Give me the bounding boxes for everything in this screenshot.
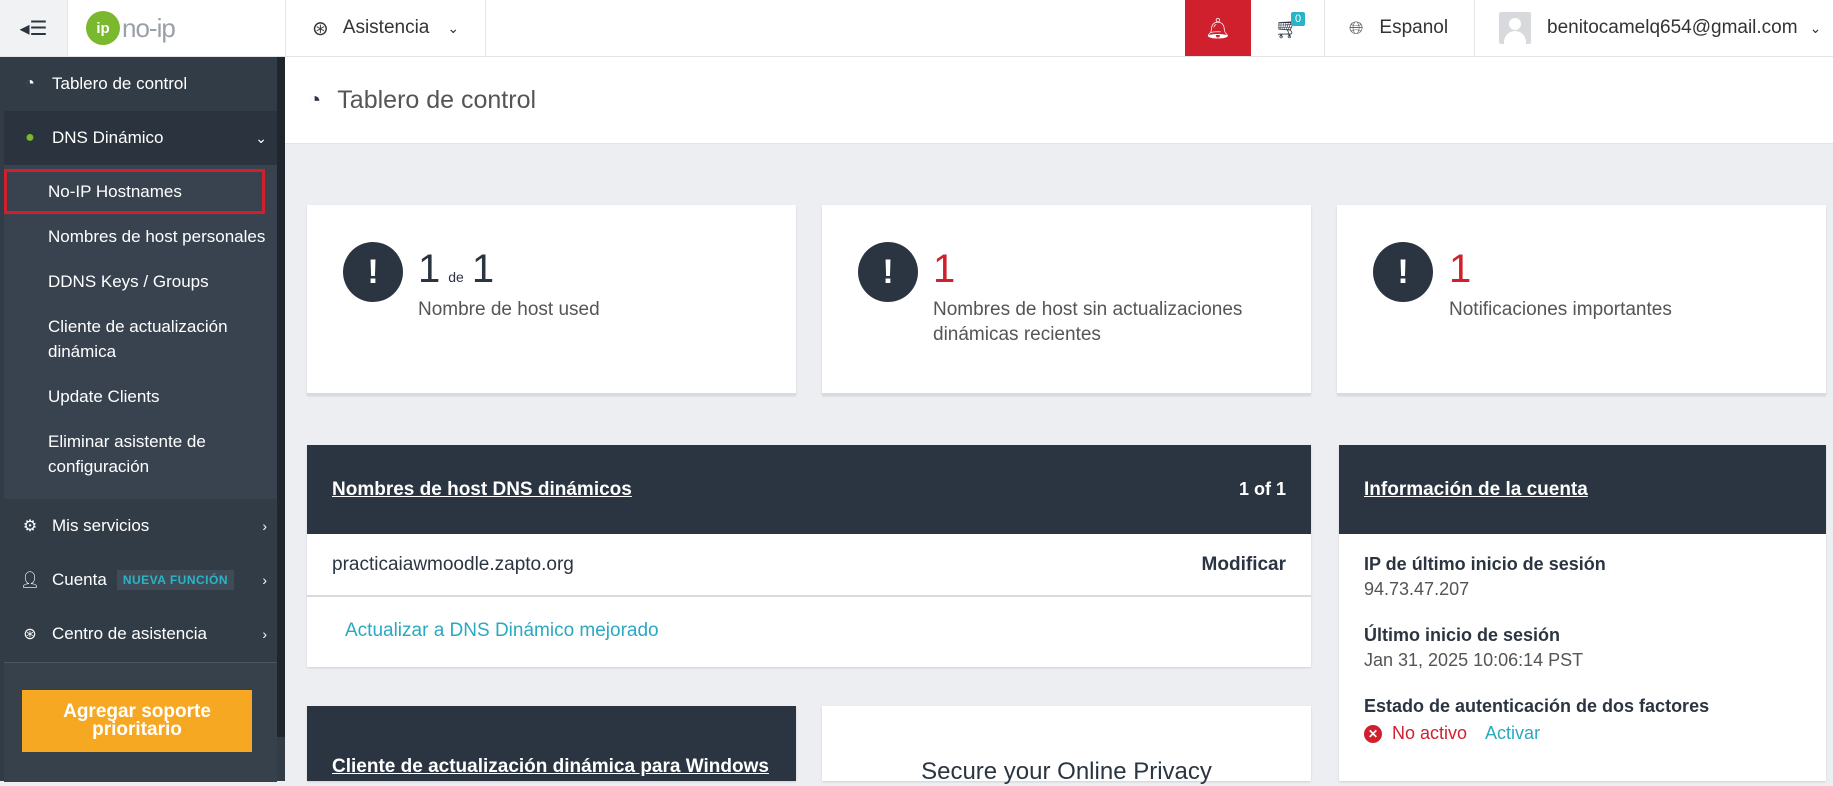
- stat-value: 1: [1449, 247, 1472, 291]
- sidebar-item-dynamic-dns[interactable]: ● DNS Dinámico ⌄: [4, 111, 277, 165]
- sidebar-scrollbar[interactable]: [277, 57, 285, 737]
- dns-submenu: No-IP Hostnames Nombres de host personal…: [4, 165, 277, 499]
- stat-label: Notificaciones importantes: [1449, 299, 1672, 320]
- exclamation-icon: !: [858, 242, 918, 302]
- error-x-icon: ✕: [1364, 724, 1382, 743]
- table-row: practicaiawmoodle.zapto.org Modificar: [307, 534, 1311, 597]
- account-info-body: IP de último inicio de sesión 94.73.47.2…: [1339, 534, 1826, 764]
- hostname: practicaiawmoodle.zapto.org: [332, 553, 574, 575]
- top-bar: ◂☰ ip no-ip ⊛ Asistencia ⌄ 🔔︎ 🛒︎ 0 🌐︎ Es…: [0, 0, 1833, 57]
- chevron-right-icon: ›: [262, 626, 267, 642]
- upgrade-link[interactable]: Actualizar a DNS Dinámico mejorado: [307, 597, 1311, 665]
- language-selector[interactable]: 🌐︎ Espanol: [1325, 0, 1475, 56]
- gear-icon: ⚙: [22, 518, 38, 535]
- priority-support-button[interactable]: Agregar soporte prioritario: [22, 690, 252, 752]
- sidebar: ◔ Tablero de control ● DNS Dinámico ⌄ No…: [0, 57, 285, 782]
- stat-card-no-updates: ! 1 Nombres de host sin actualizaciones …: [822, 205, 1311, 395]
- page-title: Tablero de control: [337, 85, 537, 114]
- logo[interactable]: ip no-ip: [68, 0, 286, 56]
- chevron-right-icon: ›: [262, 518, 267, 534]
- sidebar-subitem-noip-hostnames[interactable]: No-IP Hostnames: [4, 169, 265, 214]
- assistance-menu[interactable]: ⊛ Asistencia ⌄: [286, 0, 486, 56]
- language-label: Espanol: [1379, 17, 1449, 38]
- twofa-label: Estado de autenticación de dos factores: [1364, 696, 1710, 716]
- user-email: benitocamelq654@gmail.com: [1547, 17, 1798, 38]
- sidebar-item-label: Mis servicios: [52, 516, 150, 535]
- activate-twofa-link[interactable]: Activar: [1485, 723, 1540, 744]
- hostnames-panel-title-link[interactable]: Nombres de host DNS dinámicos: [332, 479, 632, 501]
- dashboard-icon: ◔: [308, 87, 322, 112]
- account-info-panel: Información de la cuenta IP de último in…: [1339, 445, 1826, 781]
- user-icon: 👤︎: [20, 572, 41, 589]
- logo-text: no-ip: [122, 12, 176, 43]
- assistance-label: Asistencia: [342, 17, 430, 38]
- lifebuoy-icon: ⊛: [312, 17, 329, 40]
- sidebar-item-label: DNS Dinámico: [52, 128, 164, 147]
- stat-card-notifications: ! 1 Notificaciones importantes: [1337, 205, 1826, 395]
- chevron-down-icon: ⌄: [1809, 19, 1822, 36]
- sidebar-subitem-ddns-keys[interactable]: DDNS Keys / Groups: [4, 259, 277, 304]
- sidebar-item-label: Cuenta: [52, 570, 107, 589]
- globe-icon: 🌐︎: [1349, 17, 1364, 38]
- panel-header: Nombres de host DNS dinámicos 1 of 1: [307, 445, 1311, 534]
- hostnames-count: 1 of 1: [1238, 479, 1286, 499]
- notifications-bell-icon[interactable]: 🔔︎: [1185, 0, 1251, 56]
- stat-card-hosts-used: ! 1 de 1 Nombre de host used: [307, 205, 796, 395]
- promo-text: Secure your Online Privacy: [921, 758, 1212, 785]
- exclamation-icon: !: [1373, 242, 1433, 302]
- sidebar-item-support-center[interactable]: ⊛ Centro de asistencia ›: [4, 607, 277, 661]
- sidebar-item-label: Tablero de control: [52, 74, 188, 93]
- stat-value: 1: [933, 247, 956, 291]
- sidebar-subitem-remove-wizard[interactable]: Eliminar asistente de configuración: [4, 419, 277, 489]
- sidebar-item-dashboard[interactable]: ◔ Tablero de control: [4, 57, 277, 111]
- twofa-status-row: ✕ No activo Activar: [1364, 723, 1801, 744]
- sidebar-footer: Agregar soporte prioritario: [4, 662, 277, 782]
- sidebar-item-label: Centro de asistencia: [52, 624, 207, 643]
- chevron-down-icon: ⌄: [447, 19, 460, 36]
- last-login-value: Jan 31, 2025 10:06:14 PST: [1364, 650, 1584, 670]
- panel-header: Cliente de actualización dinámica para W…: [307, 706, 796, 781]
- cart-button[interactable]: 🛒︎ 0: [1251, 0, 1325, 56]
- account-panel-title-link[interactable]: Información de la cuenta: [1364, 479, 1588, 501]
- sidebar-subitem-personal-hostnames[interactable]: Nombres de host personales: [4, 214, 277, 259]
- avatar: [1499, 12, 1531, 44]
- logo-mark: ip: [86, 11, 120, 45]
- stat-value: 1 de 1: [418, 247, 495, 291]
- last-login-label: Último inicio de sesión: [1364, 625, 1561, 645]
- chevron-right-icon: ›: [262, 572, 267, 588]
- last-ip-label: IP de último inicio de sesión: [1364, 554, 1606, 574]
- exclamation-icon: !: [343, 242, 403, 302]
- page-header: ◔ Tablero de control: [285, 57, 1833, 144]
- last-ip-value: 94.73.47.207: [1364, 579, 1470, 599]
- windows-client-panel: Cliente de actualización dinámica para W…: [307, 706, 796, 781]
- hostnames-panel: Nombres de host DNS dinámicos 1 of 1 pra…: [307, 445, 1311, 667]
- cart-count-badge: 0: [1291, 12, 1306, 26]
- sidebar-item-account[interactable]: 👤︎ Cuenta NUEVA FUNCIÓN ›: [4, 553, 277, 607]
- twofa-status: No activo: [1392, 723, 1468, 743]
- stat-label: Nombres de host sin actualizaciones diná…: [933, 299, 1243, 345]
- new-feature-badge: NUEVA FUNCIÓN: [116, 570, 234, 590]
- privacy-promo-panel: Secure your Online Privacy: [822, 706, 1311, 785]
- panel-header: Información de la cuenta: [1339, 445, 1826, 534]
- stat-label: Nombre de host used: [418, 299, 600, 320]
- sidebar-item-my-services[interactable]: ⚙ Mis servicios ›: [4, 499, 277, 553]
- globe-icon: ●: [25, 129, 35, 146]
- sidebar-subitem-update-client[interactable]: Cliente de actualización dinámica: [4, 304, 277, 374]
- lifebuoy-icon: ⊛: [23, 626, 37, 643]
- menu-collapse-icon[interactable]: ◂☰: [0, 0, 68, 56]
- sidebar-subitem-update-clients[interactable]: Update Clients: [4, 374, 277, 419]
- user-menu[interactable]: benitocamelq654@gmail.com ⌄: [1475, 0, 1833, 56]
- dashboard-icon: ◔: [25, 75, 35, 92]
- chevron-down-icon: ⌄: [255, 129, 267, 146]
- windows-client-title-link[interactable]: Cliente de actualización dinámica para W…: [332, 756, 769, 778]
- modify-link[interactable]: Modificar: [1202, 554, 1286, 576]
